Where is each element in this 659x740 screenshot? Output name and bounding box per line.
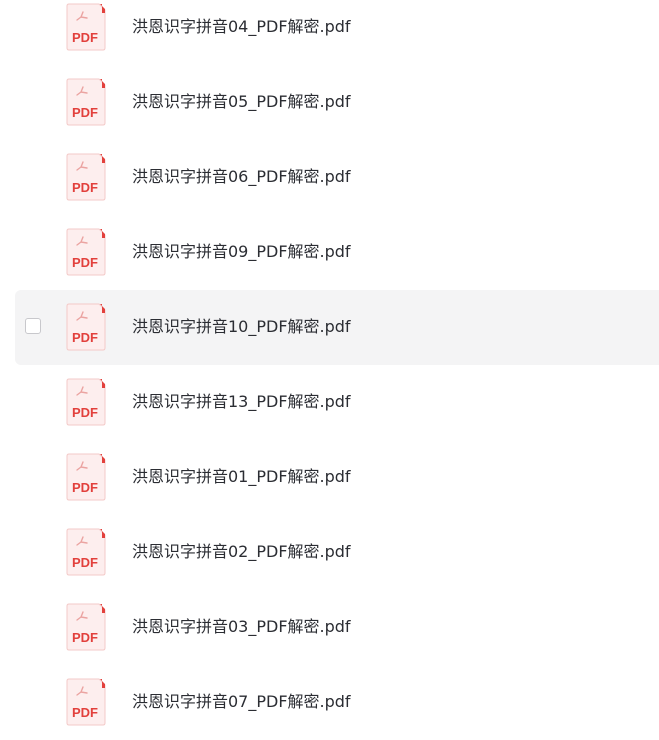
file-name[interactable]: 洪恩识字拼音07_PDF解密.pdf [132, 692, 351, 712]
pdf-icon-label: PDF [72, 30, 98, 45]
pdf-icon-label: PDF [72, 405, 98, 420]
pdf-file-icon: PDF [66, 453, 106, 501]
file-row[interactable]: PDF 洪恩识字拼音05_PDF解密.pdf [0, 65, 659, 140]
pdf-icon-label: PDF [72, 630, 98, 645]
file-row[interactable]: PDF 洪恩识字拼音07_PDF解密.pdf [0, 665, 659, 740]
file-row[interactable]: PDF 洪恩识字拼音13_PDF解密.pdf [0, 365, 659, 440]
file-row[interactable]: PDF 洪恩识字拼音06_PDF解密.pdf [0, 140, 659, 215]
file-name[interactable]: 洪恩识字拼音04_PDF解密.pdf [132, 17, 351, 37]
pdf-icon-label: PDF [72, 555, 98, 570]
file-name[interactable]: 洪恩识字拼音06_PDF解密.pdf [132, 167, 351, 187]
file-name[interactable]: 洪恩识字拼音01_PDF解密.pdf [132, 467, 351, 487]
file-name[interactable]: 洪恩识字拼音03_PDF解密.pdf [132, 617, 351, 637]
file-row[interactable]: PDF 洪恩识字拼音03_PDF解密.pdf [0, 590, 659, 665]
pdf-icon-label: PDF [72, 330, 98, 345]
file-name[interactable]: 洪恩识字拼音02_PDF解密.pdf [132, 542, 351, 562]
pdf-file-icon: PDF [66, 678, 106, 726]
pdf-file-icon: PDF [66, 303, 106, 351]
pdf-file-icon: PDF [66, 153, 106, 201]
file-row[interactable]: PDF 洪恩识字拼音02_PDF解密.pdf [0, 515, 659, 590]
pdf-file-icon: PDF [66, 78, 106, 126]
pdf-icon-label: PDF [72, 480, 98, 495]
file-name[interactable]: 洪恩识字拼音09_PDF解密.pdf [132, 242, 351, 262]
pdf-icon-label: PDF [72, 705, 98, 720]
pdf-file-icon: PDF [66, 378, 106, 426]
file-row[interactable]: PDF 洪恩识字拼音09_PDF解密.pdf [0, 215, 659, 290]
pdf-file-icon: PDF [66, 528, 106, 576]
pdf-icon-label: PDF [72, 105, 98, 120]
pdf-file-icon: PDF [66, 228, 106, 276]
file-row[interactable]: PDF 洪恩识字拼音01_PDF解密.pdf [0, 440, 659, 515]
file-name[interactable]: 洪恩识字拼音13_PDF解密.pdf [132, 392, 351, 412]
pdf-icon-label: PDF [72, 180, 98, 195]
file-row[interactable]: PDF 洪恩识字拼音04_PDF解密.pdf [0, 0, 659, 65]
select-checkbox[interactable] [25, 318, 41, 334]
file-name[interactable]: 洪恩识字拼音05_PDF解密.pdf [132, 92, 351, 112]
file-name[interactable]: 洪恩识字拼音10_PDF解密.pdf [132, 317, 351, 337]
pdf-file-icon: PDF [66, 603, 106, 651]
file-list: PDF 洪恩识字拼音04_PDF解密.pdf PDF 洪恩识字拼音05_PDF解… [0, 0, 659, 740]
pdf-icon-label: PDF [72, 255, 98, 270]
file-row-hovered[interactable]: PDF 洪恩识字拼音10_PDF解密.pdf [15, 290, 659, 365]
pdf-file-icon: PDF [66, 3, 106, 51]
